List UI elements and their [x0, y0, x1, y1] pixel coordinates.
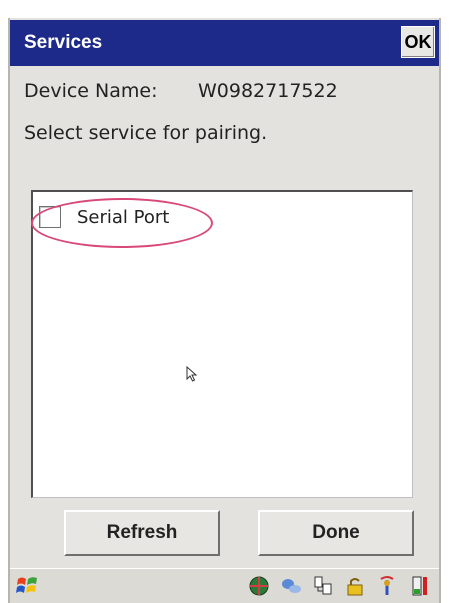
- sync-icon[interactable]: [311, 574, 335, 598]
- taskbar: [10, 568, 439, 603]
- device-name-label: Device Name:: [24, 80, 158, 102]
- service-label: Serial Port: [77, 206, 170, 228]
- window-title: Services: [24, 32, 103, 53]
- device-name-value: W0982717522: [198, 80, 338, 102]
- instruction-text: Select service for pairing.: [24, 122, 268, 144]
- bluetooth-icon[interactable]: [375, 574, 399, 598]
- lock-icon[interactable]: [343, 574, 367, 598]
- device-screen: Services OK Device Name: W0982717522 Sel…: [0, 0, 452, 603]
- list-item[interactable]: Serial Port: [31, 198, 213, 248]
- network-globe-icon[interactable]: [247, 574, 271, 598]
- battery-icon[interactable]: [407, 574, 431, 598]
- connection-icon[interactable]: [279, 574, 303, 598]
- title-bar: Services OK: [10, 20, 439, 66]
- refresh-button[interactable]: Refresh: [64, 510, 220, 556]
- windows-flag-icon[interactable]: [14, 573, 42, 599]
- mouse-cursor-icon: [186, 366, 198, 382]
- service-checkbox[interactable]: [39, 206, 61, 228]
- done-button[interactable]: Done: [258, 510, 414, 556]
- system-tray: [247, 574, 431, 598]
- ok-button[interactable]: OK: [401, 26, 435, 58]
- services-list[interactable]: Serial Port: [31, 190, 413, 498]
